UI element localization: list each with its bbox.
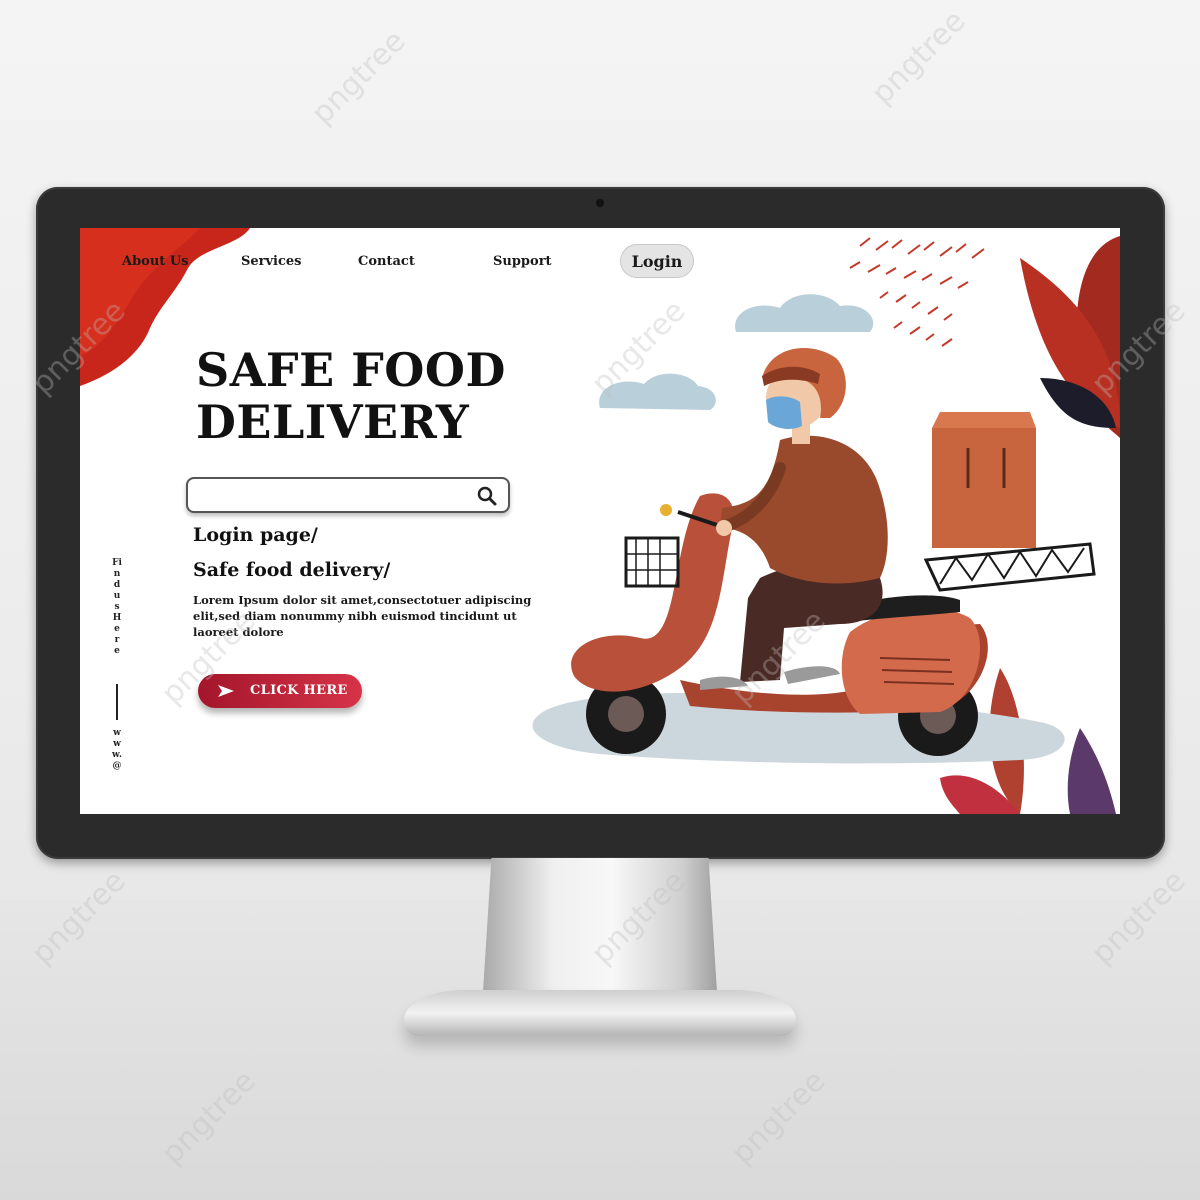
- click-here-button[interactable]: CLICK HERE: [198, 674, 362, 708]
- cloud-shape: [735, 294, 874, 332]
- watermark: pngtree: [864, 3, 973, 112]
- find-us-here-text: Find us Here: [112, 558, 122, 656]
- subtitle-login-page: Login page/: [193, 524, 318, 546]
- basket: [624, 536, 680, 588]
- click-here-label: CLICK HERE: [250, 683, 348, 698]
- search-box: [186, 477, 510, 513]
- search-input[interactable]: [198, 483, 458, 507]
- hero-body-text: Lorem Ipsum dolor sit amet,consectotuer …: [193, 593, 532, 639]
- monitor-stand-neck: [482, 858, 718, 1008]
- hero-illustration: [80, 228, 1120, 814]
- front-wheel-hub: [608, 696, 644, 732]
- rider-shoe: [784, 666, 840, 684]
- basket-grid: [626, 538, 678, 586]
- nav-services[interactable]: Services: [241, 254, 302, 269]
- monitor-screen: About Us Services Contact Support Login …: [80, 228, 1120, 814]
- hero-title: SAFE FOOD DELIVERY: [196, 343, 506, 449]
- delivery-box: [932, 428, 1036, 548]
- website-text[interactable]: www.@: [112, 728, 122, 772]
- delivery-box-lid: [932, 412, 1036, 428]
- nav-contact[interactable]: Contact: [358, 254, 415, 269]
- face-mask: [766, 396, 802, 429]
- headlight: [660, 504, 672, 516]
- leaf-shape: [1067, 728, 1116, 814]
- side-divider: [116, 684, 118, 720]
- arrow-right-icon: [218, 685, 234, 697]
- rider-hand: [716, 520, 732, 536]
- login-button[interactable]: Login: [620, 244, 694, 278]
- cloud-shape: [599, 373, 716, 410]
- nav-about-us[interactable]: About Us: [122, 254, 189, 269]
- subtitle-safe-food-delivery: Safe food delivery/: [193, 559, 391, 581]
- nav-support[interactable]: Support: [493, 254, 552, 269]
- search-icon[interactable]: [476, 485, 498, 507]
- watermark: pngtree: [304, 23, 413, 132]
- monitor-stand-base: [404, 990, 796, 1036]
- scooter-rear-panel: [841, 608, 980, 714]
- webcam-dot: [596, 199, 604, 207]
